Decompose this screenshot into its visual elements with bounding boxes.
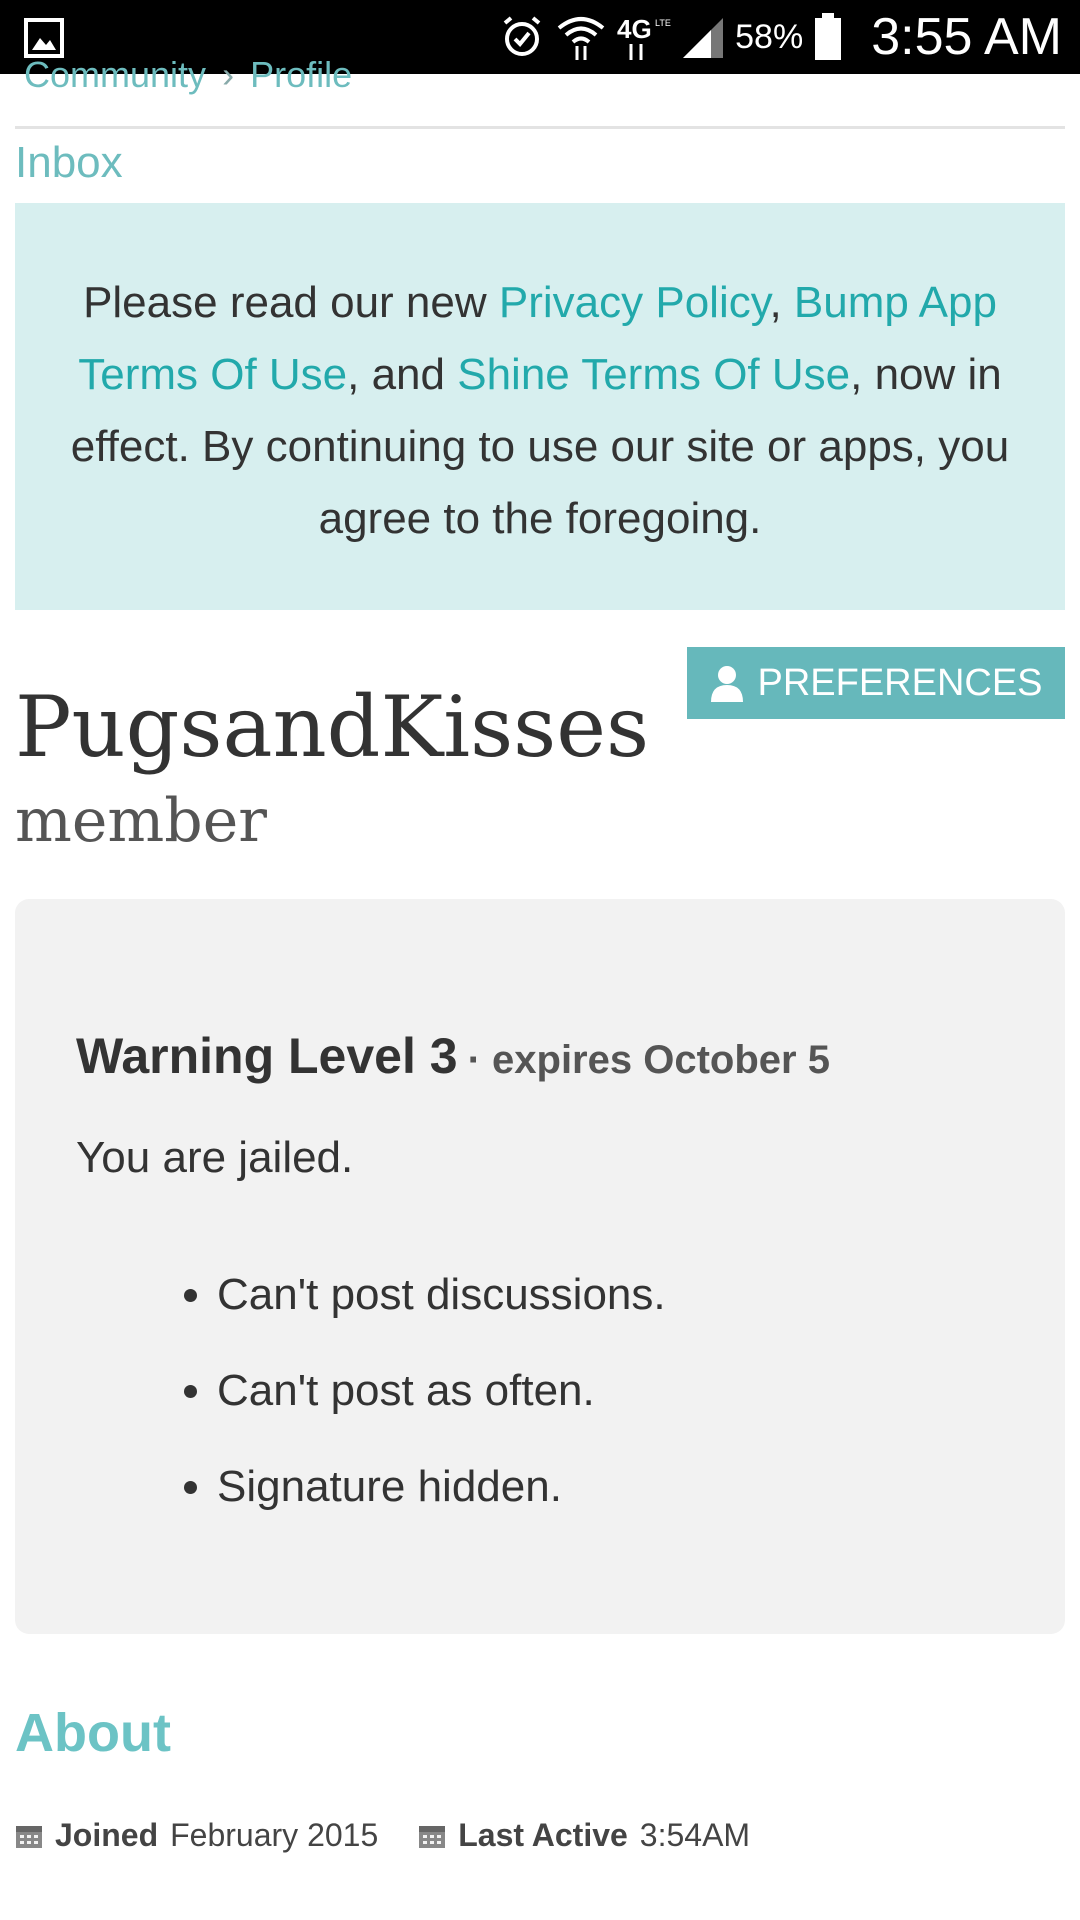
last-active-label: Last Active — [458, 1817, 628, 1853]
profile-username: PugsandKisses — [15, 678, 650, 776]
inbox-link[interactable]: Inbox — [15, 138, 123, 188]
warning-heading: Warning Level 3 · expires October 5 — [76, 1027, 830, 1085]
warning-expiry: · expires October 5 — [467, 1038, 830, 1082]
svg-text:LTE: LTE — [655, 18, 671, 28]
preferences-label: PREFERENCES — [757, 661, 1043, 704]
breadcrumb: Community › Profile — [24, 54, 352, 96]
calendar-icon — [419, 1825, 446, 1848]
list-item: Can't post discussions. — [217, 1247, 666, 1343]
status-icons: 4G LTE 58% 3:55 AM — [499, 0, 1062, 74]
joined-label: Joined — [55, 1817, 159, 1853]
svg-text:4G: 4G — [617, 14, 652, 44]
alarm-icon — [503, 16, 541, 56]
wifi-icon — [557, 17, 605, 60]
privacy-policy-link[interactable]: Privacy Policy — [499, 278, 770, 327]
signal-icon — [683, 18, 724, 58]
profile-role: member — [15, 786, 267, 856]
notice-text: , and — [347, 350, 458, 399]
notice-text: Please read our new — [83, 278, 499, 327]
warning-level: Warning Level 3 — [76, 1028, 458, 1084]
breadcrumb-profile[interactable]: Profile — [250, 54, 352, 95]
battery-percent: 58% — [735, 17, 804, 56]
list-item: Can't post as often. — [217, 1343, 666, 1439]
lte-icon: 4G LTE — [617, 14, 671, 60]
restrictions-list: Can't post discussions. Can't post as of… — [165, 1247, 666, 1535]
battery-icon — [815, 13, 842, 60]
list-item: Signature hidden. — [217, 1439, 666, 1535]
about-details: Joined February 2015 Last Active 3:54AM — [15, 1817, 750, 1854]
breadcrumb-separator: › — [222, 54, 235, 95]
breadcrumb-community[interactable]: Community — [24, 54, 206, 95]
user-icon — [711, 666, 744, 702]
warning-card: Warning Level 3 · expires October 5 You a… — [15, 899, 1065, 1634]
jailed-status: You are jailed. — [76, 1133, 354, 1182]
divider — [15, 126, 1065, 129]
about-heading: About — [15, 1703, 171, 1763]
policy-notice: Please read our new Privacy Policy, Bump… — [15, 203, 1065, 610]
last-active-value: 3:54AM — [639, 1817, 751, 1853]
preferences-button[interactable]: PREFERENCES — [687, 647, 1065, 719]
status-clock: 3:55 AM — [871, 8, 1062, 66]
joined-value: February 2015 — [170, 1817, 379, 1853]
gallery-icon — [24, 18, 64, 58]
calendar-icon — [16, 1825, 42, 1848]
notice-text: , — [769, 278, 794, 327]
shine-terms-link[interactable]: Shine Terms Of Use — [457, 350, 850, 399]
